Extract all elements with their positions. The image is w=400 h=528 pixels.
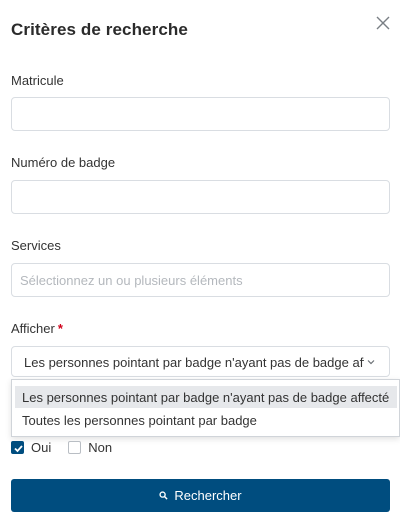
search-icon	[159, 491, 168, 500]
oui-checkbox[interactable]	[11, 440, 24, 454]
search-button-label: Rechercher	[174, 488, 242, 503]
afficher-label-row: Afficher *	[11, 321, 63, 336]
chevron-down-icon	[367, 360, 375, 365]
non-label: Non	[88, 439, 113, 455]
matricule-input[interactable]	[12, 98, 389, 130]
dropdown-option[interactable]: Toutes les personnes pointant par badge	[15, 409, 397, 431]
required-marker: *	[57, 321, 63, 336]
matricule-label: Matricule	[11, 73, 64, 88]
services-placeholder: Sélectionnez un ou plusieurs éléments	[20, 273, 243, 288]
services-multiselect[interactable]: Sélectionnez un ou plusieurs éléments	[11, 263, 390, 297]
search-button[interactable]: Rechercher	[11, 479, 390, 512]
badge-label: Numéro de badge	[11, 155, 116, 170]
dropdown-option[interactable]: Les personnes pointant par badge n'ayant…	[15, 386, 397, 408]
search-criteria-panel: Critères de recherche Matricule Numéro d…	[0, 0, 400, 528]
checkmark-icon	[14, 444, 23, 452]
checkbox-group: Oui Non	[11, 439, 129, 455]
badge-field-box	[11, 180, 390, 214]
oui-label: Oui	[31, 439, 52, 455]
non-checkbox[interactable]	[68, 440, 82, 454]
afficher-dropdown-menu: Les personnes pointant par badge n'ayant…	[11, 379, 400, 437]
matricule-field-box	[11, 97, 390, 131]
afficher-label: Afficher	[11, 321, 55, 336]
afficher-selected-value: Les personnes pointant par badge n'ayant…	[24, 355, 364, 370]
badge-number-input[interactable]	[12, 181, 389, 213]
close-icon[interactable]	[374, 14, 392, 32]
services-label: Services	[11, 238, 61, 253]
afficher-select[interactable]: Les personnes pointant par badge n'ayant…	[11, 346, 390, 377]
panel-title: Critères de recherche	[11, 20, 188, 39]
